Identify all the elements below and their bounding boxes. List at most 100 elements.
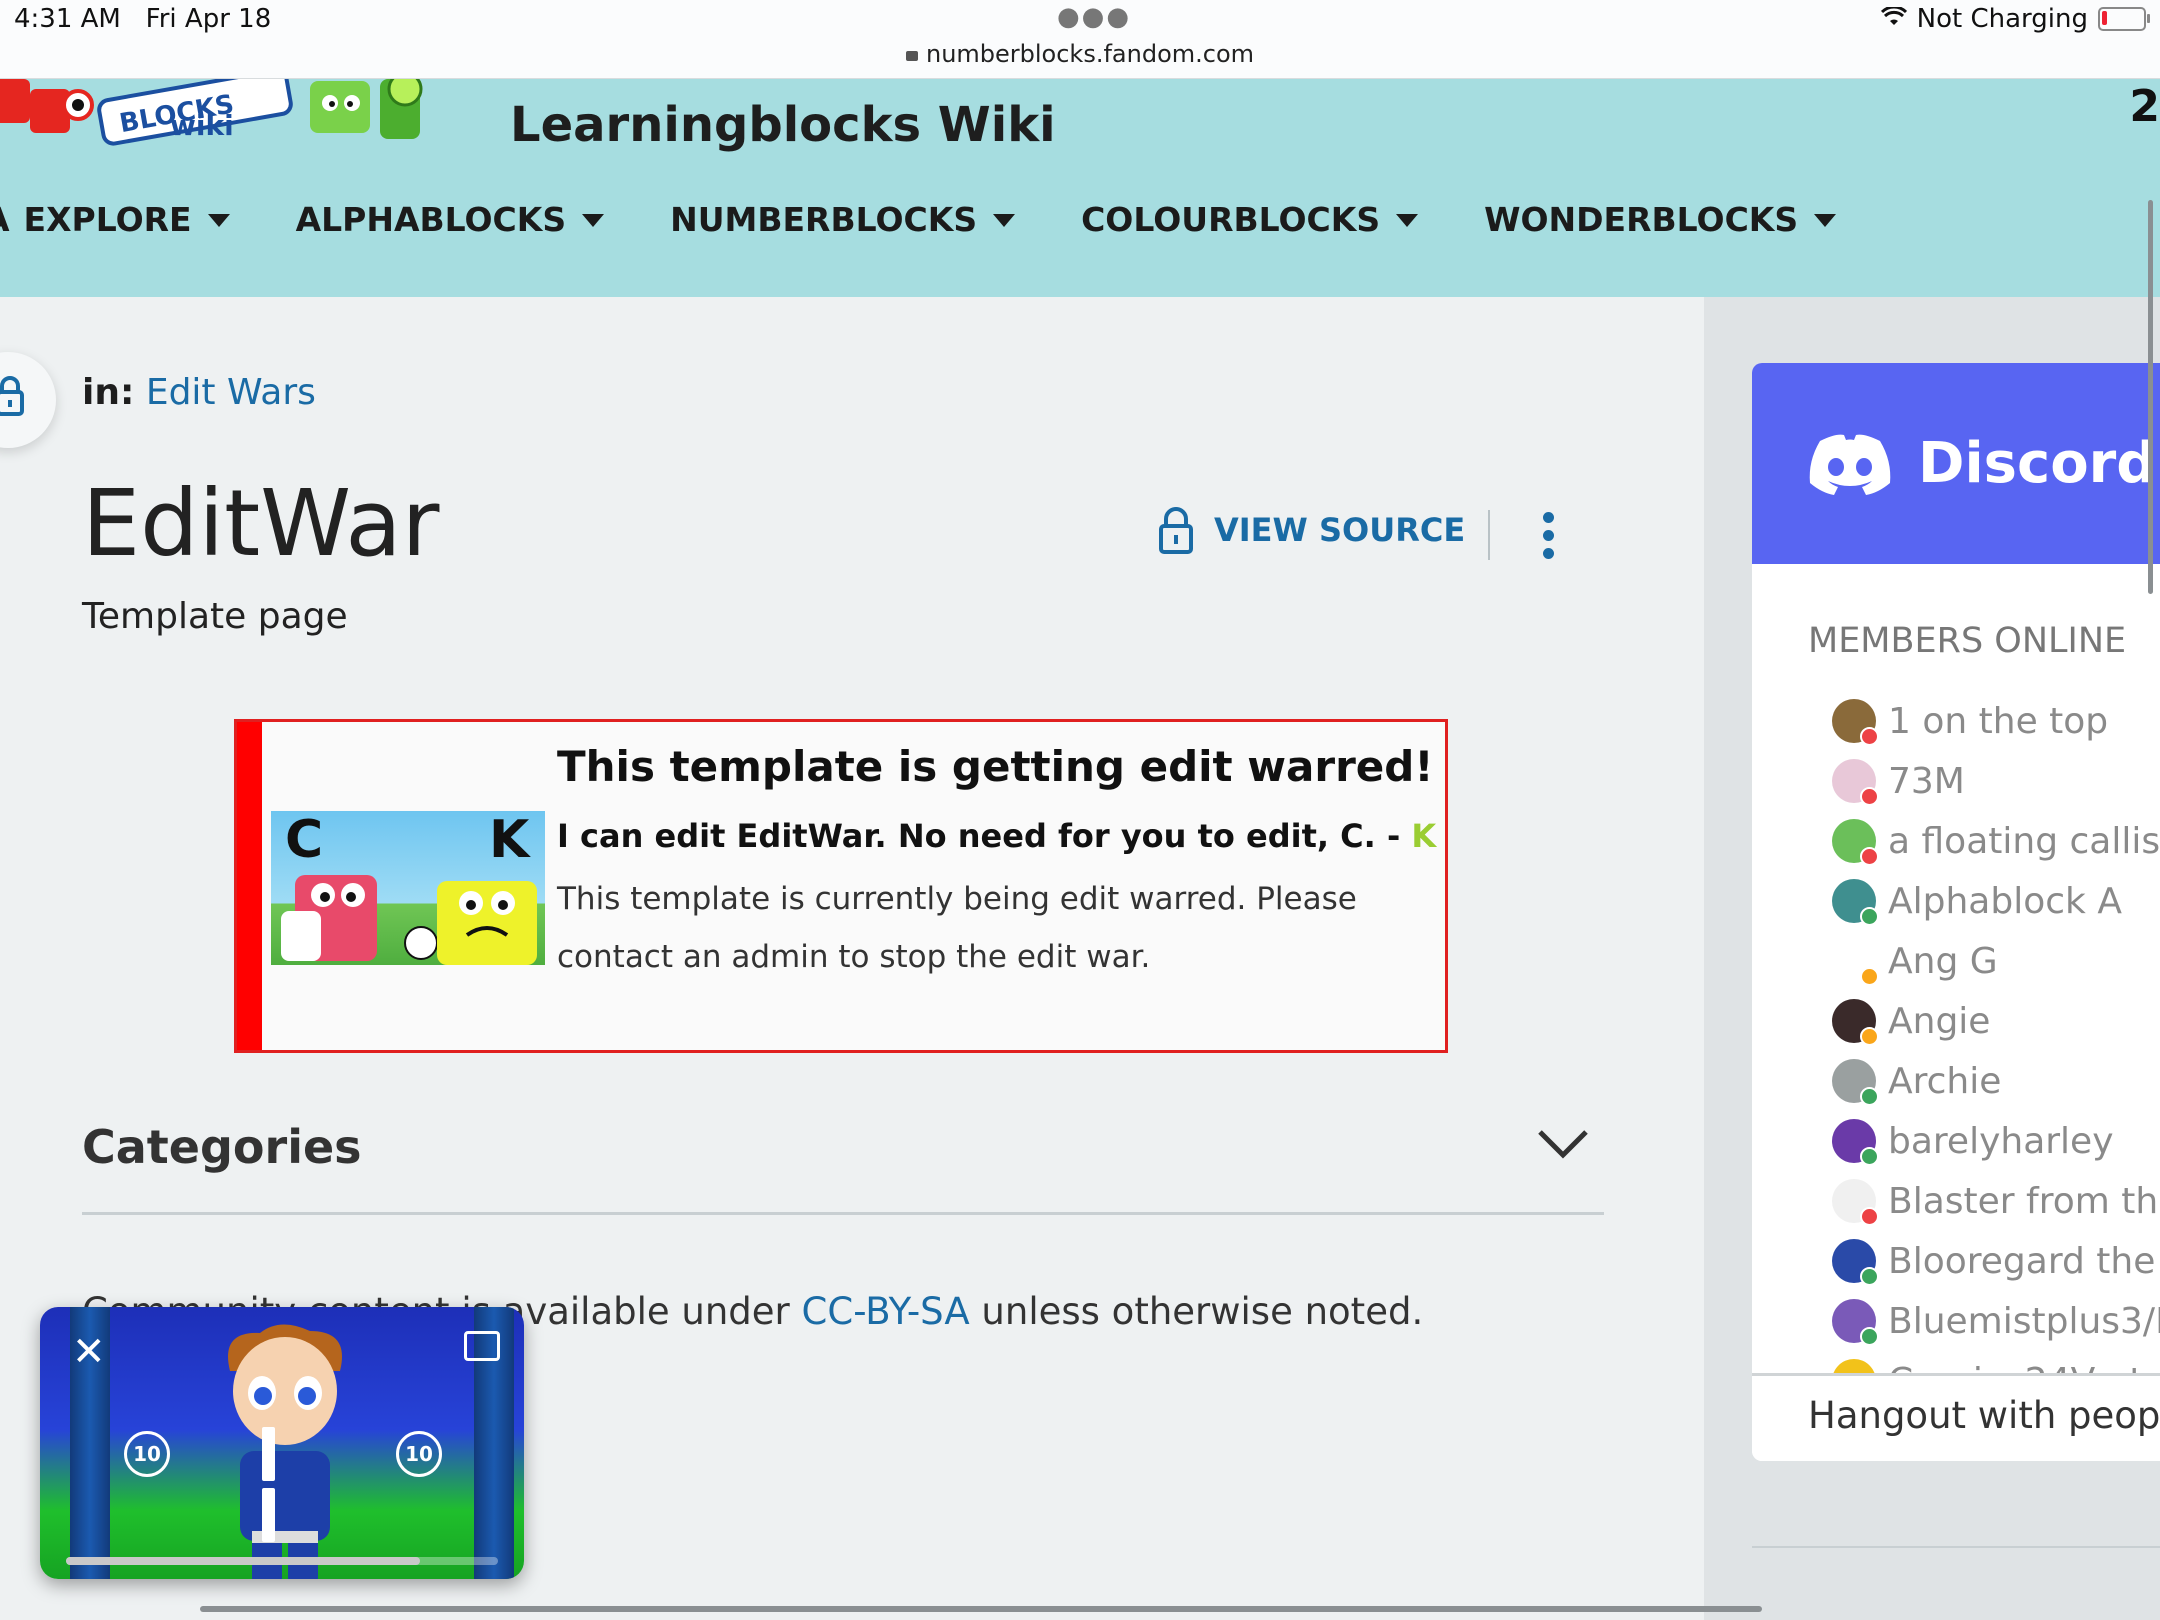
pause-icon[interactable] (262, 1427, 302, 1542)
close-icon[interactable]: ✕ (72, 1329, 106, 1375)
member-name: Alphablock A (1888, 880, 2122, 922)
caret-down-icon (1814, 213, 1837, 227)
nav-colourblocks[interactable]: COLOURBLOCKS (1081, 200, 1419, 239)
status-dot-icon (1860, 1027, 1879, 1046)
member-row[interactable]: 73M (1832, 759, 1965, 806)
license-link[interactable]: CC-BY-SA (802, 1290, 970, 1333)
member-row[interactable]: Alphablock A (1832, 879, 2122, 926)
member-name: barelyharley (1888, 1120, 2114, 1162)
charging-status: Not Charging (1916, 4, 2088, 34)
image-letter-k: K (489, 811, 531, 870)
toolbar-divider (1488, 510, 1490, 560)
skip-forward-icon[interactable]: 10 (396, 1431, 442, 1477)
categories-heading[interactable]: Categories (82, 1120, 362, 1174)
members-online-label: MEMBERS ONLINE (1808, 621, 2127, 661)
wiki-name[interactable]: Learningblocks Wiki (510, 97, 1056, 153)
status-dot-icon (1860, 1207, 1879, 1226)
member-name: Angie (1888, 1000, 1991, 1042)
status-time: 4:31 AM Fri Apr 18 (14, 4, 272, 34)
status-dot-icon (1860, 727, 1879, 746)
expand-icon[interactable] (464, 1331, 500, 1361)
member-avatar (1832, 759, 1879, 806)
wiki-nav: A EXPLORE ALPHABLOCKS NUMBERBLOCKS COLOU… (0, 189, 1902, 249)
member-row[interactable]: Bluemistplus3/M (1832, 1299, 2160, 1346)
category-breadcrumb: in: Edit Wars (82, 372, 316, 413)
vertical-scrollbar[interactable] (2148, 200, 2153, 594)
address-bar[interactable]: numberblocks.fandom.com (0, 40, 2160, 68)
skip-back-icon[interactable]: 10 (124, 1431, 170, 1477)
member-row[interactable]: Blaster from the (1832, 1179, 2160, 1226)
member-name: Blaster from the (1888, 1180, 2160, 1222)
status-dot-icon (1860, 787, 1879, 806)
member-name: a floating callisto (1888, 820, 2160, 862)
lock-icon (905, 51, 918, 61)
template-body: This template is currently being edit wa… (557, 881, 1357, 975)
member-row[interactable]: Ang G (1832, 939, 1998, 986)
wiki-logo[interactable]: BLOCKS wiki (0, 68, 460, 149)
quote-signature-link[interactable]: K (1411, 817, 1436, 855)
status-dot-icon (1860, 1327, 1879, 1346)
nav-numberblocks[interactable]: NUMBERBLOCKS (670, 200, 1016, 239)
member-avatar (1832, 1179, 1879, 1226)
rail-divider (1752, 1546, 2160, 1548)
playback-progress[interactable] (66, 1557, 498, 1565)
chevron-down-icon[interactable] (1536, 1128, 1590, 1164)
status-dot-icon (1860, 1087, 1879, 1106)
member-row[interactable]: Archie (1832, 1059, 2002, 1106)
template-heading: This template is getting edit warred! (557, 742, 1434, 791)
discord-icon (1809, 434, 1891, 495)
picture-in-picture-player[interactable]: ✕ 10 10 (40, 1307, 524, 1579)
member-row[interactable]: a floating callisto (1832, 819, 2160, 866)
nav-explore[interactable]: A EXPLORE (0, 200, 230, 239)
padlock-icon (1159, 507, 1193, 554)
nav-wonderblocks[interactable]: WONDERBLOCKS (1484, 200, 1837, 239)
template-quote: I can edit EditWar. No need for you to e… (557, 817, 1437, 855)
discord-header[interactable]: Discord (1752, 363, 2160, 564)
member-avatar (1832, 1299, 1879, 1346)
padlock-icon (0, 376, 24, 416)
page-title: EditWar (82, 470, 440, 577)
discord-widget: Discord MEMBERS ONLINE 1 on the top 73M a … (1752, 363, 2160, 1461)
header-edge-text: 2 (2129, 81, 2160, 132)
page-subtitle: Template page (82, 596, 348, 637)
member-row[interactable]: 1 on the top (1832, 699, 2108, 746)
page-tools-tab[interactable] (0, 352, 56, 448)
nav-alphablocks[interactable]: ALPHABLOCKS (296, 200, 605, 239)
status-dot-icon (1860, 967, 1879, 986)
member-avatar (1832, 1239, 1879, 1286)
member-name: Blooregard the B (1888, 1240, 2160, 1282)
multitask-dots-icon[interactable]: ●●● (1057, 2, 1131, 32)
caret-down-icon (207, 213, 230, 227)
more-options-icon[interactable] (1540, 512, 1556, 560)
battery-icon (2098, 7, 2150, 31)
member-avatar (1832, 1119, 1879, 1166)
view-source-button[interactable]: VIEW SOURCE (1158, 506, 1465, 554)
status-dot-icon (1860, 847, 1879, 866)
member-avatar (1832, 879, 1879, 926)
horizontal-scrollbar[interactable] (200, 1606, 1762, 1612)
member-avatar (1832, 699, 1879, 746)
status-dot-icon (1860, 1267, 1879, 1286)
member-avatar (1832, 999, 1879, 1046)
discord-wordmark: Discord (1918, 431, 2157, 496)
status-bar: 4:31 AM Fri Apr 18 ●●● Not Charging numb… (0, 0, 2160, 79)
discord-footer[interactable]: Hangout with people who (1752, 1373, 2160, 1461)
category-link-edit-wars[interactable]: Edit Wars (146, 372, 316, 413)
image-letter-c: C (285, 811, 323, 870)
template-image[interactable]: C K (271, 811, 545, 965)
member-name: Bluemistplus3/M (1888, 1300, 2160, 1342)
status-dot-icon (1860, 1147, 1879, 1166)
member-row[interactable]: Angie (1832, 999, 1991, 1046)
status-right: Not Charging (1880, 4, 2150, 34)
member-row[interactable]: barelyharley (1832, 1119, 2114, 1166)
member-name: Ang G (1888, 940, 1998, 982)
edit-war-template-box: This template is getting edit warred! C … (234, 719, 1448, 1053)
wifi-icon (1880, 4, 1907, 34)
member-name: 73M (1888, 760, 1965, 802)
member-row[interactable]: Blooregard the B (1832, 1239, 2160, 1286)
status-dot-icon (1860, 907, 1879, 926)
compass-icon: A (0, 200, 10, 239)
member-name: Archie (1888, 1060, 2002, 1102)
categories-divider (82, 1212, 1604, 1215)
svg-text:wiki: wiki (170, 109, 234, 142)
